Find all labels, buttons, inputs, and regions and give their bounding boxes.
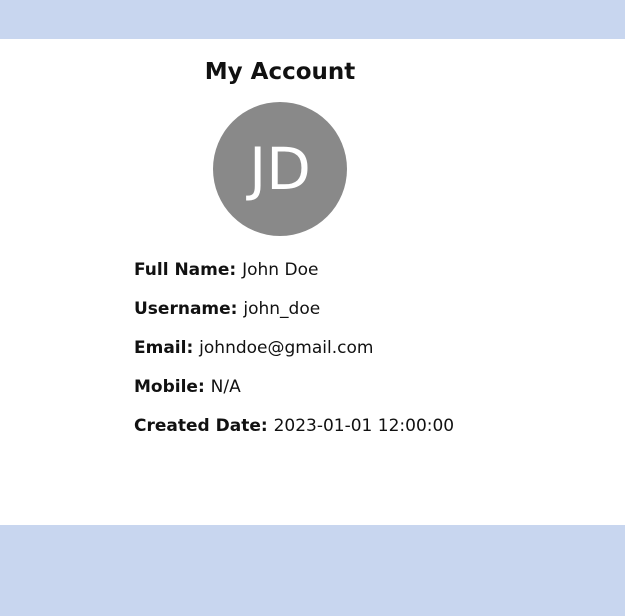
full-name-value: John Doe bbox=[242, 260, 319, 280]
bottom-band bbox=[0, 525, 625, 616]
top-band bbox=[0, 0, 625, 39]
avatar: JD bbox=[213, 102, 347, 236]
username-row: Username: john_doe bbox=[134, 298, 454, 320]
mobile-row: Mobile: N/A bbox=[134, 376, 454, 398]
email-row: Email: johndoe@gmail.com bbox=[134, 337, 454, 359]
full-name-row: Full Name: John Doe bbox=[134, 259, 454, 281]
account-panel: My Account JD Full Name: John Doe Userna… bbox=[0, 39, 625, 525]
created-date-value: 2023-01-01 12:00:00 bbox=[273, 416, 455, 436]
username-value: john_doe bbox=[243, 299, 321, 319]
mobile-label: Mobile: bbox=[134, 377, 211, 397]
email-label: Email: bbox=[134, 338, 200, 358]
created-date-label: Created Date: bbox=[134, 416, 274, 436]
full-name-label: Full Name: bbox=[134, 260, 243, 280]
mobile-value: N/A bbox=[210, 377, 241, 397]
profile-info: Full Name: John Doe Username: john_doe E… bbox=[134, 259, 454, 454]
page-title: My Account bbox=[204, 59, 356, 85]
created-date-row: Created Date: 2023-01-01 12:00:00 bbox=[134, 415, 454, 437]
email-value: johndoe@gmail.com bbox=[199, 338, 374, 358]
username-label: Username: bbox=[134, 299, 244, 319]
